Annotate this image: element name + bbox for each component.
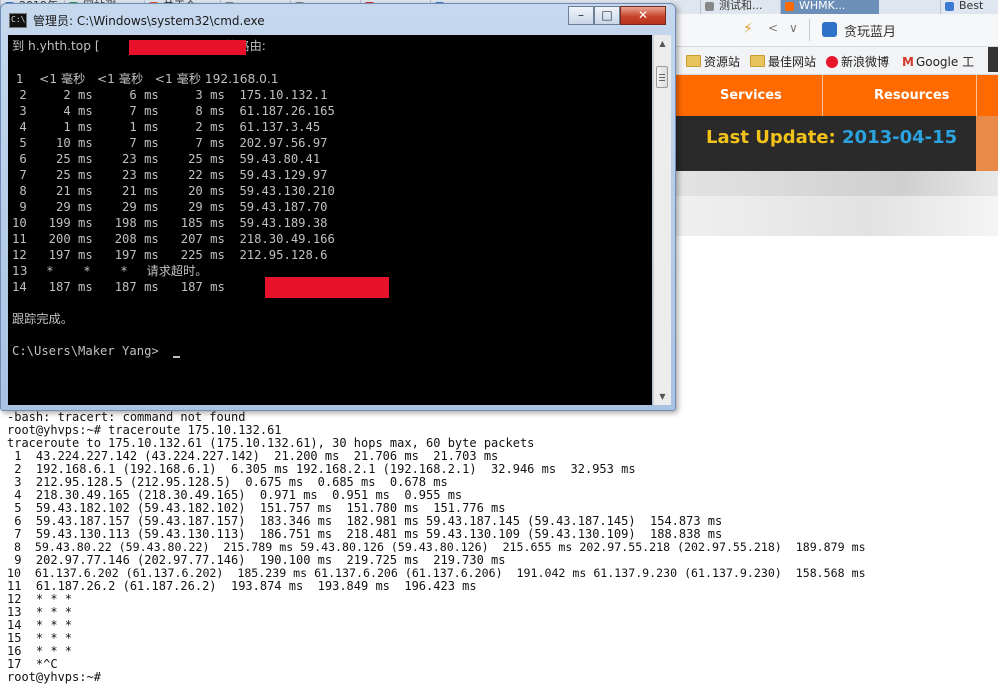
profile-label[interactable]: 贪玩蓝月 [844,21,896,40]
nav-link-services[interactable]: Services [720,88,782,103]
folder-icon [686,55,701,67]
cmd-window[interactable]: C:\ 管理员: C:\Windows\system32\cmd.exe – □… [0,3,676,411]
bookmarks-overflow-handle[interactable] [988,47,998,72]
hop-line: 10 199 ms 198 ms 185 ms 59.43.189.38 [12,216,328,230]
last-update-text: Last Update: 2013-04-15 [706,127,958,148]
tab-favicon-icon [705,2,714,11]
grip-line [659,74,665,75]
nav-link-resources[interactable]: Resources [874,88,949,103]
browser-tab-active[interactable]: WHMK... [780,0,879,14]
chevron-left-icon[interactable]: < [768,21,778,35]
text-cursor [173,356,180,358]
weibo-icon [826,56,838,68]
web-page: Services Resources Last Update: 2013-04-… [676,75,998,410]
grip-line [659,80,665,81]
chevron-down-icon[interactable]: ∨ [789,21,798,35]
gmail-icon: M [902,55,914,69]
console-scrollbar[interactable]: ▲ ▼ [653,35,671,405]
hop-line: 3 4 ms 7 ms 8 ms 61.187.26.165 [12,104,335,118]
nav-divider [822,75,823,116]
hop-line: 11 200 ms 208 ms 207 ms 218.30.49.166 [12,232,335,246]
hop-line: 5 10 ms 7 ms 7 ms 202.97.56.97 [12,136,328,150]
browser-tab[interactable]: Best [940,0,998,14]
bookmark-item[interactable]: 资源站 [686,53,740,70]
tab-favicon-icon [945,2,954,11]
linux-terminal[interactable]: -bash: tracert: command not found root@y… [0,405,998,687]
cmd-titlebar[interactable]: C:\ 管理员: C:\Windows\system32\cmd.exe – □… [1,4,675,34]
close-button[interactable]: ✕ [620,6,666,25]
trace-complete: 跟踪完成。 [12,312,73,326]
tab-favicon-icon [785,2,794,11]
cmd-prompt: C:\Users\Maker Yang> [12,344,159,358]
scroll-down-arrow-icon[interactable]: ▼ [654,388,671,405]
paw-search-icon[interactable] [822,22,837,37]
cmd-app-icon: C:\ [9,13,27,28]
terminal-line: 11 61.187.26.2 (61.187.26.2) 193.874 ms … [7,579,477,593]
hop-line: 8 21 ms 21 ms 20 ms 59.43.130.210 [12,184,335,198]
banner-accent [976,116,998,171]
scroll-up-arrow-icon[interactable]: ▲ [654,35,671,52]
hop-line: 1 <1 毫秒 <1 毫秒 <1 毫秒 192.168.0.1 [12,72,279,86]
hop-line: 6 25 ms 23 ms 25 ms 59.43.80.41 [12,152,321,166]
hop-line: 4 1 ms 1 ms 2 ms 61.137.3.45 [12,120,321,134]
site-nav-bar: Services Resources [676,75,998,116]
redaction-box [129,40,246,55]
hop-line: 9 29 ms 29 ms 29 ms 59.43.187.70 [12,200,328,214]
toolbar-divider [809,19,810,41]
window-title: 管理员: C:\Windows\system32\cmd.exe [33,14,265,28]
terminal-prompt: root@yhvps:~# [7,670,101,684]
hop-line: 14 187 ms 187 ms 187 ms [12,280,240,294]
hop-line-timeout: 13 * * * 请求超时。 [12,264,208,278]
bookmark-item[interactable]: M Google 工 [902,53,974,70]
hop-line: 7 25 ms 23 ms 22 ms 59.43.129.97 [12,168,328,182]
scroll-thumb[interactable] [656,66,668,88]
folder-icon [750,55,765,67]
bookmark-item[interactable]: 最佳网站 [750,53,816,70]
minimize-button[interactable]: – [568,6,594,25]
grip-line [659,77,665,78]
hop-line: 2 2 ms 6 ms 3 ms 175.10.132.1 [12,88,328,102]
bookmark-item[interactable]: 新浪微博 [826,53,889,70]
page-banner-image [676,196,998,236]
bookmarks-bar: 资源站 最佳网站 新浪微博 M Google 工 [676,47,998,75]
lightning-icon[interactable]: ⚡ [743,21,753,37]
redaction-box [265,277,389,298]
last-update-date: 2013-04-15 [842,127,958,148]
cmd-console[interactable]: 到 h.yhth.top [] 的路由: 1 <1 毫秒 <1 毫秒 <1 毫秒… [8,35,652,405]
page-banner-image [676,171,998,196]
nav-divider [976,75,977,116]
hop-line: 12 197 ms 197 ms 225 ms 212.95.128.6 [12,248,328,262]
browser-toolbar: ⚡ < ∨ 贪玩蓝月 [676,14,998,47]
maximize-button[interactable]: □ [594,6,620,25]
